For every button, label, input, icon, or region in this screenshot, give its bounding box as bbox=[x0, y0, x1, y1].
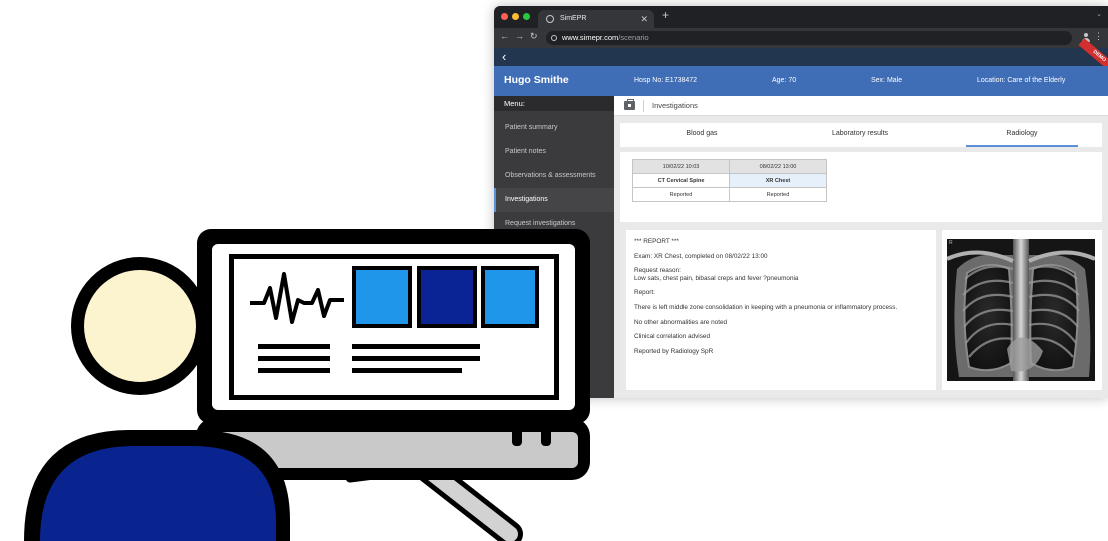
studies-table: 10/02/22 10:03 08/02/22 13:00 CT Cervica… bbox=[632, 159, 827, 202]
report-other: No other abnormalities are noted bbox=[634, 318, 728, 326]
breadcrumb-title: Investigations bbox=[652, 101, 698, 110]
study-status-2: Reported bbox=[729, 187, 827, 202]
studies-panel: 10/02/22 10:03 08/02/22 13:00 CT Cervica… bbox=[620, 152, 1102, 222]
briefcase-icon bbox=[624, 99, 635, 110]
report-panel: *** REPORT *** Exam: XR Chest, completed… bbox=[626, 230, 936, 390]
report-advice: Clinical correlation advised bbox=[634, 333, 711, 341]
patient-age: Age: 70 bbox=[772, 77, 797, 84]
patient-location: Location: Care of the Elderly bbox=[977, 77, 1066, 84]
left-text-lines bbox=[258, 344, 330, 373]
new-tab-icon[interactable]: + bbox=[662, 8, 669, 22]
report-header: *** REPORT *** bbox=[634, 238, 679, 245]
right-text-lines bbox=[352, 344, 480, 373]
more-menu-icon[interactable]: ⋮ bbox=[1094, 31, 1103, 42]
report-reported-by: Reported by Radiology SpR bbox=[634, 347, 714, 355]
report-reason-label: Request reason: bbox=[634, 267, 681, 275]
report-reason: Low sats, chest pain, bibasal creps and … bbox=[634, 274, 799, 282]
study-date-2[interactable]: 08/02/22 13:00 bbox=[729, 159, 827, 174]
study-status-1: Reported bbox=[632, 187, 730, 202]
patient-sex: Sex: Male bbox=[871, 77, 903, 84]
chest-xray-image[interactable]: R bbox=[947, 239, 1095, 381]
xray-marker: R bbox=[949, 240, 953, 246]
xray-panel: R bbox=[942, 230, 1102, 390]
study-exam-1[interactable]: CT Cervical Spine bbox=[632, 173, 730, 188]
study-date-1[interactable]: 10/02/22 10:03 bbox=[632, 159, 730, 174]
url-path: /scenario bbox=[618, 33, 649, 42]
url-input[interactable]: www.simepr.com/scenario bbox=[546, 31, 1072, 45]
xray-drawing bbox=[947, 239, 1095, 381]
breadcrumb-divider bbox=[643, 100, 644, 112]
tab-radiology[interactable]: Radiology bbox=[966, 123, 1078, 147]
report-label: Report: bbox=[634, 289, 655, 297]
chevron-down-icon[interactable]: ⌄ bbox=[1096, 10, 1102, 18]
study-exam-2[interactable]: XR Chest bbox=[729, 173, 827, 188]
report-finding: There is left middle zone consolidation … bbox=[634, 303, 898, 311]
breadcrumb: Investigations bbox=[614, 96, 1108, 116]
tab-laboratory-results[interactable]: Laboratory results bbox=[804, 123, 916, 147]
report-exam: Exam: XR Chest, completed on 08/02/22 13… bbox=[634, 252, 768, 260]
tab-blood-gas[interactable]: Blood gas bbox=[646, 123, 758, 147]
results-tabs: Blood gas Laboratory results Radiology bbox=[620, 123, 1102, 147]
close-tab-icon[interactable]: ✕ bbox=[640, 10, 648, 28]
main-content: Investigations Blood gas Laboratory resu… bbox=[614, 96, 1108, 398]
clinician-at-computer-illustration bbox=[24, 229, 590, 541]
info-tiles bbox=[352, 266, 539, 328]
hospital-number: Hosp No: E1738472 bbox=[634, 77, 698, 84]
